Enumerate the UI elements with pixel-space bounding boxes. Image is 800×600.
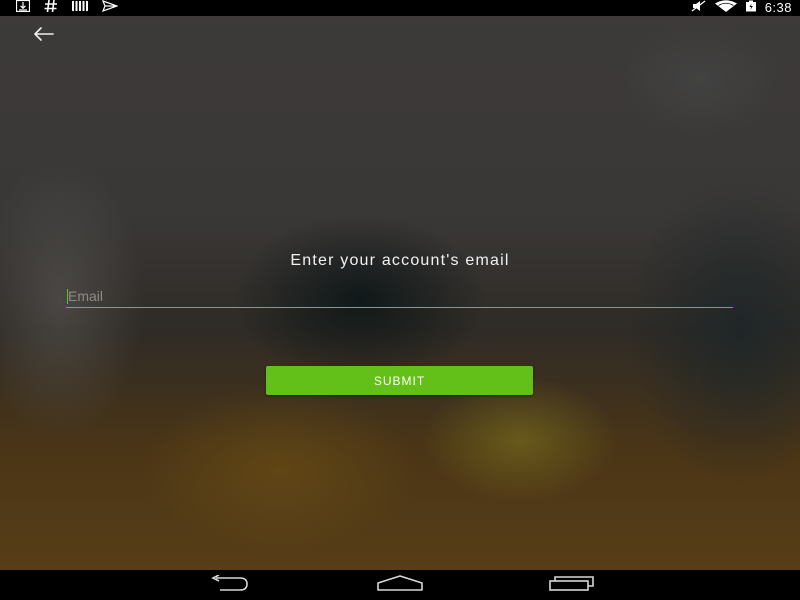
status-bar-system: 6:38	[691, 0, 792, 16]
hash-icon	[44, 0, 58, 16]
airplane-icon	[101, 0, 119, 16]
arrow-left-icon	[32, 26, 54, 46]
download-icon	[15, 0, 31, 16]
barcode-icon	[72, 0, 88, 16]
nav-back-icon	[206, 574, 250, 595]
nav-back-button[interactable]	[198, 570, 258, 600]
nav-recents-button[interactable]	[542, 570, 602, 600]
wifi-icon	[714, 0, 737, 16]
nav-home-icon	[375, 575, 425, 595]
submit-button[interactable]: SUBMIT	[266, 366, 533, 395]
screen: 6:38 Enter your account's email SUBMIT	[0, 0, 800, 600]
mute-icon	[691, 0, 707, 16]
nav-recents-icon	[548, 575, 596, 595]
battery-icon	[745, 0, 757, 16]
email-field[interactable]	[66, 284, 733, 308]
back-button[interactable]	[28, 24, 58, 48]
navigation-bar	[0, 570, 800, 600]
text-cursor	[67, 289, 68, 304]
status-bar-notifications	[15, 0, 119, 16]
email-prompt: Enter your account's email	[290, 252, 510, 269]
nav-home-button[interactable]	[370, 570, 430, 600]
status-bar: 6:38	[0, 0, 800, 16]
status-time: 6:38	[764, 0, 792, 15]
